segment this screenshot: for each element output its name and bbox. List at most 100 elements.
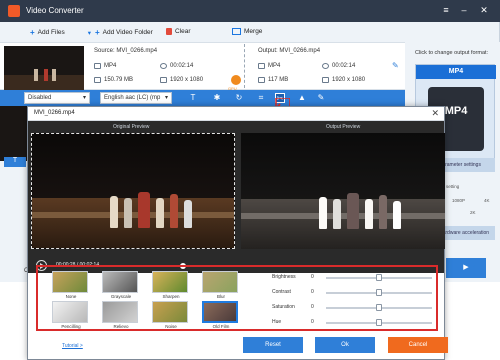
filter-grayscale[interactable]: Grayscale [102,271,140,299]
source-size: 150.79 MB [94,77,133,83]
slider-handle[interactable] [376,289,382,296]
filter-label: Sharpen [162,294,180,299]
file-row[interactable]: Source: MVI_0266.mp4 MP4 00:02:14 150.79… [0,42,405,91]
res-2k-label: 2K [470,210,476,215]
adjust-label: Hue [272,319,282,325]
add-files-dropdown-icon[interactable]: ▾ [88,29,91,37]
thumbnail-figure [44,69,48,81]
filter-none[interactable]: None [52,271,90,299]
edit-icon[interactable]: ✎ [316,93,326,103]
cancel-button[interactable]: Cancel [388,337,448,353]
filter-label: Blur [216,294,225,299]
menu-icon[interactable]: ≡ [440,4,452,16]
arrow-divider [244,44,245,88]
output-duration: 00:02:14 [322,63,355,69]
adjust-contrast: Contrast 0 [272,288,434,298]
source-format-value: MP4 [104,63,117,69]
adjust-value: 0 [311,319,314,325]
filter-blur[interactable]: Blur [202,271,240,299]
video-thumbnail[interactable] [4,46,84,91]
second-file-thumbnail[interactable] [0,106,30,161]
adjust-slider[interactable] [326,289,432,296]
source-label: Source: MVI_0266.mp4 [94,48,158,54]
stage-steps [32,212,234,218]
adjust-hue: Hue 0 [272,318,434,328]
close-icon[interactable]: ✕ [478,4,490,16]
slider-handle[interactable] [376,274,382,281]
adjust-saturation: Saturation 0 [272,303,434,313]
dialog-footer: Tutorial > Reset Ok Cancel [28,333,448,359]
filter-label: Relievo [113,324,129,329]
output-duration-value: 00:02:14 [332,63,356,69]
adjust-slider[interactable] [326,274,432,281]
performer [138,192,150,228]
subtitle-icon[interactable]: T [188,93,198,103]
ok-button[interactable]: Ok [315,337,375,353]
reset-button[interactable]: Reset [243,337,303,353]
stage-backdrop [241,133,445,203]
clock-icon [322,63,329,69]
dialog-close-icon[interactable]: ✕ [431,108,439,119]
source-size-value: 150.79 MB [104,77,134,83]
add-folder-button[interactable]: + Add Video Folder [95,28,153,37]
app-title: Video Converter [26,6,84,15]
performer [156,198,164,228]
filter-label: Pencilling [61,324,81,329]
performer [110,196,118,228]
performer [393,201,401,229]
resolution-icon [160,77,167,83]
edit-output-icon[interactable]: ✎ [392,61,399,70]
performer [347,193,359,229]
original-preview-label: Original Preview [113,124,150,130]
audio-track-select[interactable]: English aac (LC) (mp ▾ [100,92,172,104]
output-folder-icon[interactable] [473,265,483,275]
clear-label: Clear [175,28,191,35]
file-size-icon [258,77,265,83]
filter-thumbnail [102,271,138,293]
adjust-slider[interactable] [326,319,432,326]
performer [333,199,341,229]
dialog-titlebar: MVI_0266.mp4 ✕ [28,107,444,121]
adjust-brightness: Brightness 0 [272,273,434,283]
original-preview-frame[interactable] [31,133,235,249]
source-resolution: 1920 x 1080 [160,77,203,83]
slider-handle[interactable] [376,304,382,311]
filter-relievo[interactable]: Relievo [102,301,140,329]
filter-sharpen[interactable]: Sharpen [152,271,190,299]
output-format-value: MP4 [268,63,281,69]
filter-old-film[interactable]: Old Film [202,301,240,329]
performer [365,199,373,229]
edit-toolbar: Disabled ▾ English aac (LC) (mp ▾ T ✱ ↻ … [0,90,405,106]
source-duration: 00:02:14 [160,63,193,69]
subtitle-select[interactable]: Disabled ▾ [24,92,90,104]
gpu-icon[interactable] [231,75,241,85]
effects-wand-icon[interactable]: ✱ [212,93,222,103]
adjust-slider[interactable] [326,304,432,311]
tutorial-link[interactable]: Tutorial > [62,343,83,349]
merge-button[interactable]: Merge [232,28,262,35]
stage-floor [32,198,234,248]
merge-label: Merge [244,28,263,35]
watermark-icon[interactable]: ▲ [297,93,307,103]
stage-floor [241,199,445,249]
minimize-icon[interactable]: – [458,4,470,16]
output-size: 117 MB [258,77,288,83]
filter-pencilling[interactable]: Pencilling [52,301,90,329]
filter-label: Old Film [212,324,230,329]
title-bar: Video Converter ≡ – ✕ [0,0,500,22]
performer [319,197,327,229]
subtitle-icon-left[interactable]: T [4,157,26,167]
plus-icon: + [30,28,35,37]
output-preview-frame[interactable] [241,133,445,249]
subtitle-select-value: Disabled [28,95,52,101]
add-files-button[interactable]: + Add Files ▾ [30,28,91,37]
thumbnail-figure [52,69,56,81]
filter-thumbnail [102,301,138,323]
performer [184,200,192,228]
filter-noise[interactable]: Noise [152,301,190,329]
source-format: MP4 [94,63,116,69]
performer [170,194,178,228]
clear-button[interactable]: Clear [166,28,191,35]
slider-handle[interactable] [376,319,382,326]
format-icon [258,63,265,69]
